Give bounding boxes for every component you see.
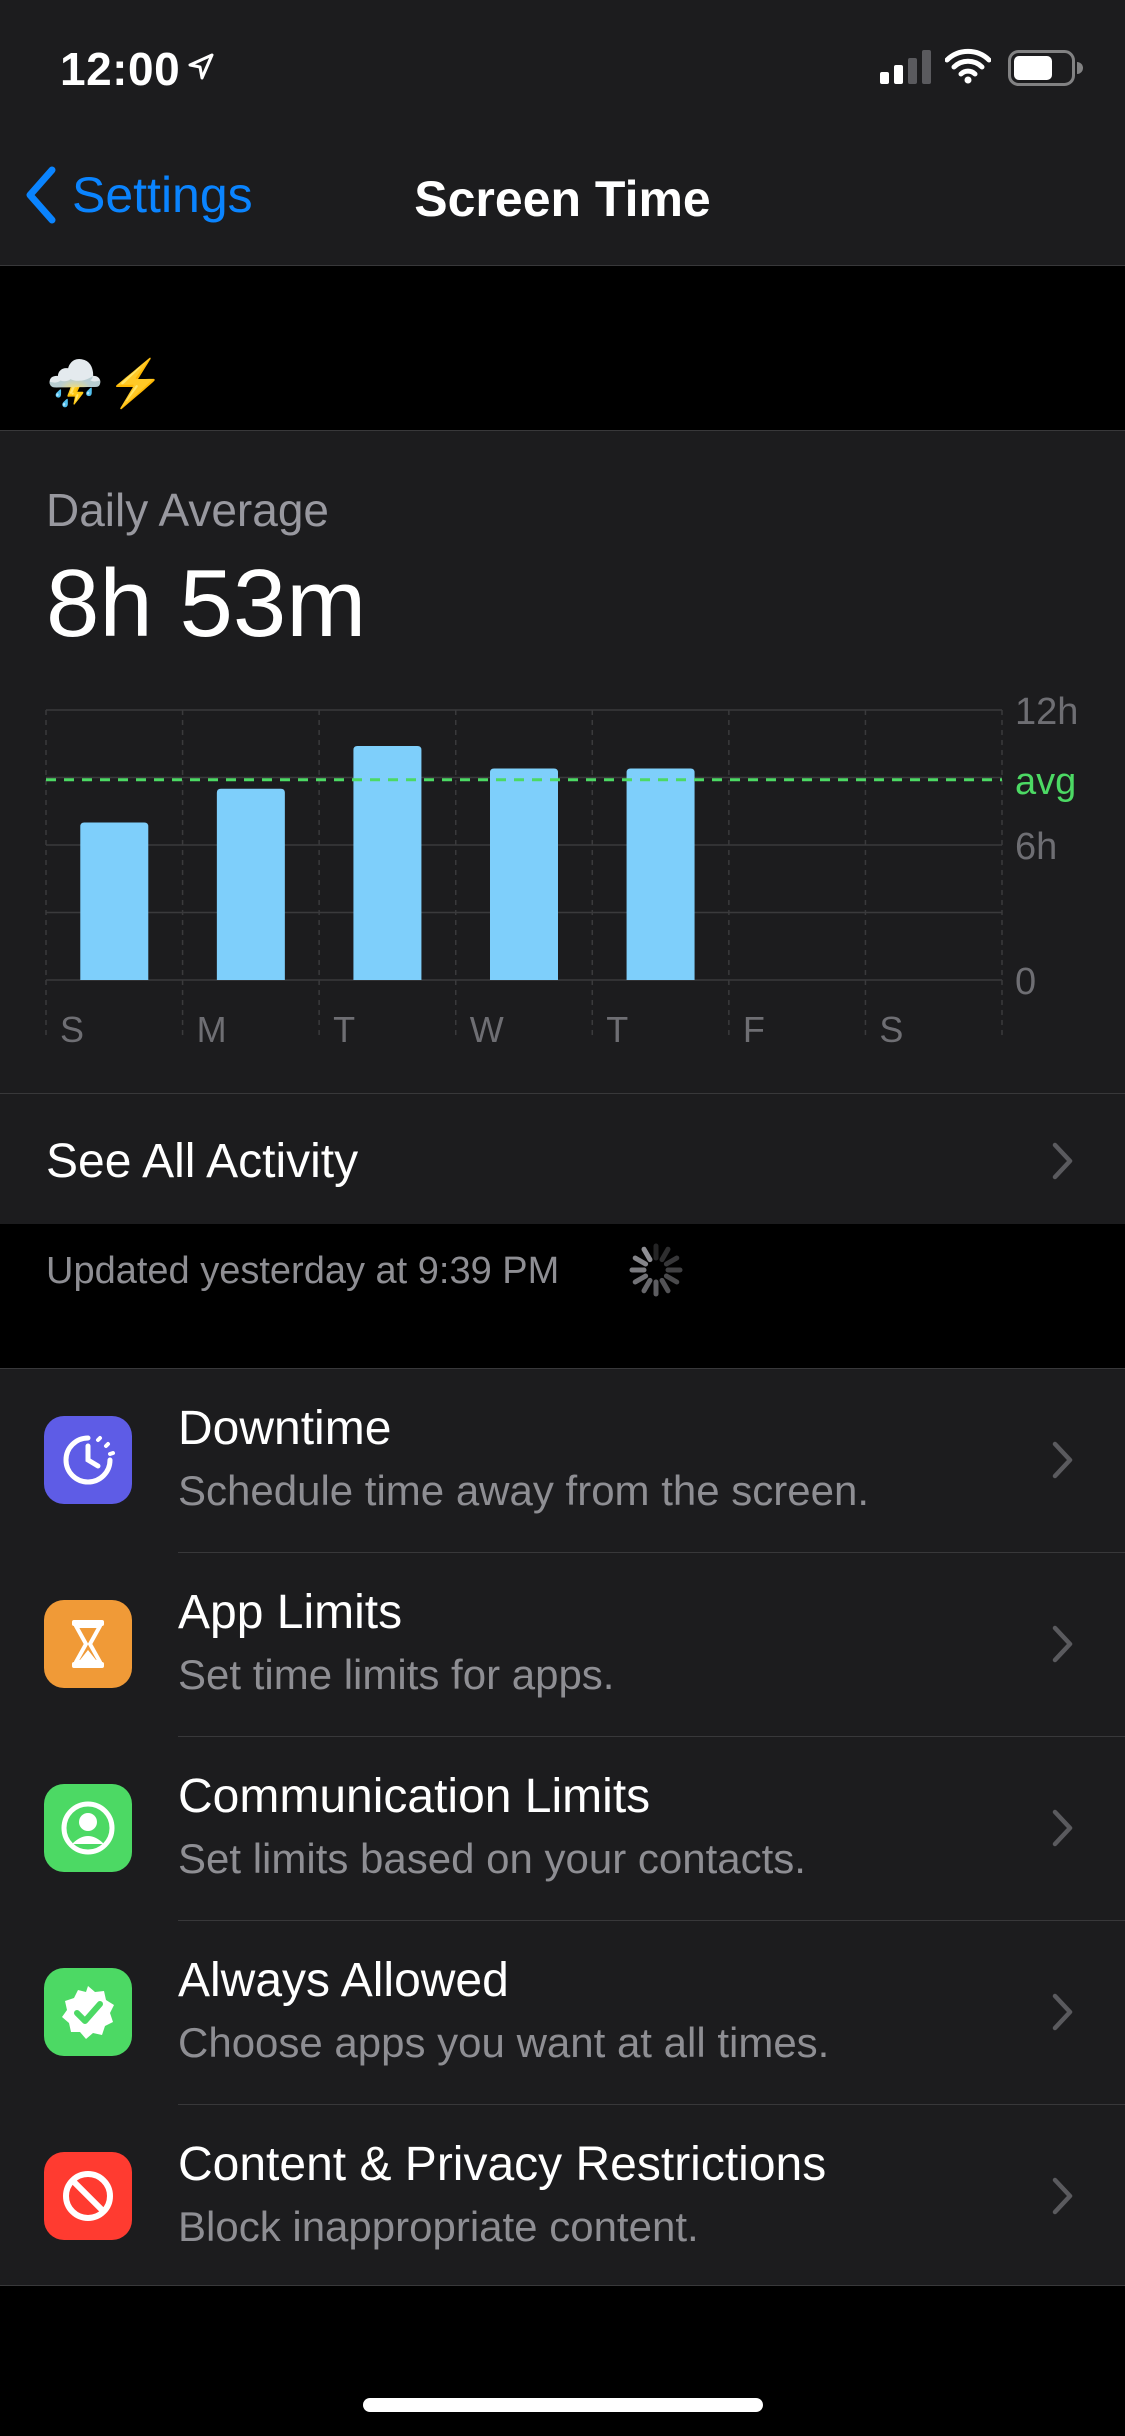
updated-text: Updated yesterday at 9:39 PM [46, 1250, 560, 1292]
usage-bar-chart[interactable]: 12h 6h 0 avg S M T W T F S [0, 431, 1125, 1091]
spinner-spoke [659, 1246, 671, 1263]
chart-x-tick-label: T [606, 1009, 628, 1050]
downtime-icon [63, 1435, 115, 1485]
cellular-signal-icon [880, 50, 931, 84]
menu-item-always-allowed[interactable]: Always Allowed Choose apps you want at a… [0, 1921, 1125, 2104]
menu-item-title: Communication Limits [178, 1770, 651, 1823]
screen-time-menu: Downtime Schedule time away from the scr… [0, 1368, 1125, 2286]
device-emoji: ⛈️⚡ [46, 357, 169, 409]
chart-average-label: avg [1015, 761, 1076, 803]
status-bar: 12:00 [0, 0, 1125, 140]
no-entry-icon [63, 2171, 113, 2221]
menu-item-downtime[interactable]: Downtime Schedule time away from the scr… [0, 1369, 1125, 1552]
chart-y-tick-label: 12h [1015, 691, 1078, 733]
menu-icon-tile [44, 1600, 132, 1688]
menu-item-title: Always Allowed [178, 1954, 509, 2007]
hourglass-icon [72, 1620, 104, 1668]
chart-bar [80, 822, 149, 980]
see-all-activity-label: See All Activity [46, 1135, 359, 1188]
chart-bar [490, 768, 558, 980]
device-selector[interactable]: ⛈️⚡ [0, 266, 1125, 431]
chevron-right-icon [1052, 1625, 1073, 1663]
chart-x-tick-label: F [743, 1009, 765, 1050]
menu-item-subtitle: Schedule time away from the screen. [178, 1467, 869, 1514]
chevron-right-icon [1052, 2177, 1073, 2215]
chart-y-tick-label: 6h [1015, 826, 1057, 868]
menu-icon-tile [44, 1968, 132, 2056]
daily-average-card: Daily Average 8h 53m 12h 6h 0 avg S M T W T F S Se… [0, 431, 1125, 1224]
battery-icon [1008, 50, 1083, 86]
menu-icon-tile [44, 1784, 132, 1872]
status-time: 12:00 [60, 43, 181, 95]
menu-item-title: Content & Privacy Restrictions [178, 2138, 827, 2191]
menu-item-title: App Limits [178, 1586, 403, 1639]
navigation-bar: Settings Screen Time [0, 140, 1125, 266]
menu-item-communication-limits[interactable]: Communication Limits Set limits based on… [0, 1737, 1125, 1920]
menu-icon-tile [44, 1416, 132, 1504]
spinner-spoke [659, 1277, 671, 1294]
spinner-spoke [641, 1277, 653, 1294]
spinner-spoke [663, 1255, 680, 1267]
spinner-spoke [641, 1246, 653, 1263]
home-indicator[interactable] [363, 2398, 763, 2412]
chart-x-tick-label: S [879, 1009, 903, 1050]
menu-item-content-privacy-restrictions[interactable]: Content & Privacy Restrictions Block ina… [0, 2105, 1125, 2288]
menu-item-subtitle: Choose apps you want at all times. [178, 2019, 830, 2066]
chart-x-tick-label: M [197, 1009, 227, 1050]
menu-item-app-limits[interactable]: App Limits Set time limits for apps. [0, 1553, 1125, 1736]
location-arrow-icon [188, 53, 214, 80]
spinner-spoke [632, 1255, 649, 1267]
chevron-right-icon [1052, 1993, 1073, 2031]
chart-x-tick-label: T [333, 1009, 355, 1050]
chart-bar [626, 768, 695, 980]
wifi-icon [945, 48, 991, 84]
page-title: Screen Time [414, 171, 711, 227]
chevron-right-icon [1052, 1441, 1073, 1479]
checkmark-seal-icon [62, 1986, 114, 2039]
contact-icon [61, 1801, 115, 1855]
chart-x-tick-label: W [470, 1009, 504, 1050]
menu-item-title: Downtime [178, 1402, 392, 1455]
menu-item-subtitle: Block inappropriate content. [178, 2203, 699, 2250]
spinner-spoke [663, 1273, 680, 1285]
chart-x-tick-label: S [60, 1009, 84, 1050]
see-all-activity-row[interactable]: See All Activity [0, 1093, 1125, 1225]
chart-y-tick-label: 0 [1015, 961, 1036, 1003]
loading-spinner-icon [629, 1243, 683, 1297]
menu-item-subtitle: Set time limits for apps. [178, 1651, 615, 1698]
menu-icon-tile [44, 2152, 132, 2240]
chevron-right-icon [1052, 1142, 1073, 1180]
menu-item-subtitle: Set limits based on your contacts. [178, 1835, 806, 1882]
spinner-spoke [632, 1273, 649, 1285]
chevron-right-icon [1052, 1809, 1073, 1847]
chart-bar [216, 788, 285, 980]
